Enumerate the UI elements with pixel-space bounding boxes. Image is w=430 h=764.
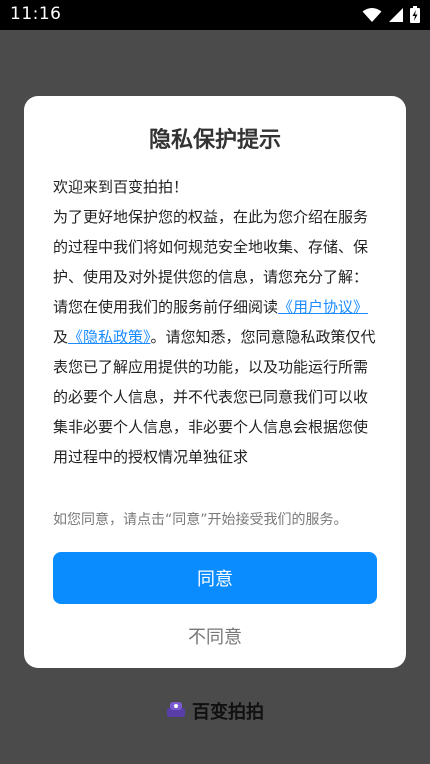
agree-button[interactable]: 同意 bbox=[53, 552, 377, 604]
read-suffix: 。请您知悉，您同意隐私政策仅代表您已了解应用提供的功能，以及功能运行所需的必要个… bbox=[53, 328, 376, 466]
disagree-button[interactable]: 不同意 bbox=[53, 616, 377, 656]
battery-charging-icon bbox=[410, 6, 420, 23]
app-logo-icon bbox=[166, 700, 186, 723]
privacy-policy-link[interactable]: 《隐私政策》 bbox=[68, 328, 151, 346]
wifi-icon bbox=[362, 7, 382, 23]
status-time: 11:16 bbox=[10, 4, 62, 24]
status-icons bbox=[362, 6, 420, 23]
read-and: 及 bbox=[53, 328, 69, 346]
status-bar: 11:16 bbox=[0, 0, 430, 30]
read-notice: 请您在使用我们的服务前仔细阅读《用户协议》及《隐私政策》。请您知悉，您同意隐私政… bbox=[53, 292, 379, 472]
user-agreement-link[interactable]: 《用户协议》 bbox=[278, 298, 368, 316]
intro-text: 为了更好地保护您的权益，在此为您介绍在服务的过程中我们将如何规范安全地收集、存储… bbox=[53, 208, 369, 286]
consent-hint: 如您同意，请点击“同意”开始接受我们的服务。 bbox=[53, 512, 348, 528]
privacy-dialog: 隐私保护提示 欢迎来到百变拍拍！ 为了更好地保护您的权益，在此为您介绍在服务的过… bbox=[24, 96, 406, 668]
read-prefix: 请您在使用我们的服务前仔细阅读 bbox=[53, 298, 279, 316]
footer-brand-name: 百变拍拍 bbox=[192, 702, 264, 723]
footer-brand: 百变拍拍 bbox=[0, 698, 430, 724]
cellular-signal-icon bbox=[388, 7, 404, 23]
welcome-text: 欢迎来到百变拍拍！ bbox=[53, 178, 189, 196]
dialog-title: 隐私保护提示 bbox=[148, 128, 281, 153]
